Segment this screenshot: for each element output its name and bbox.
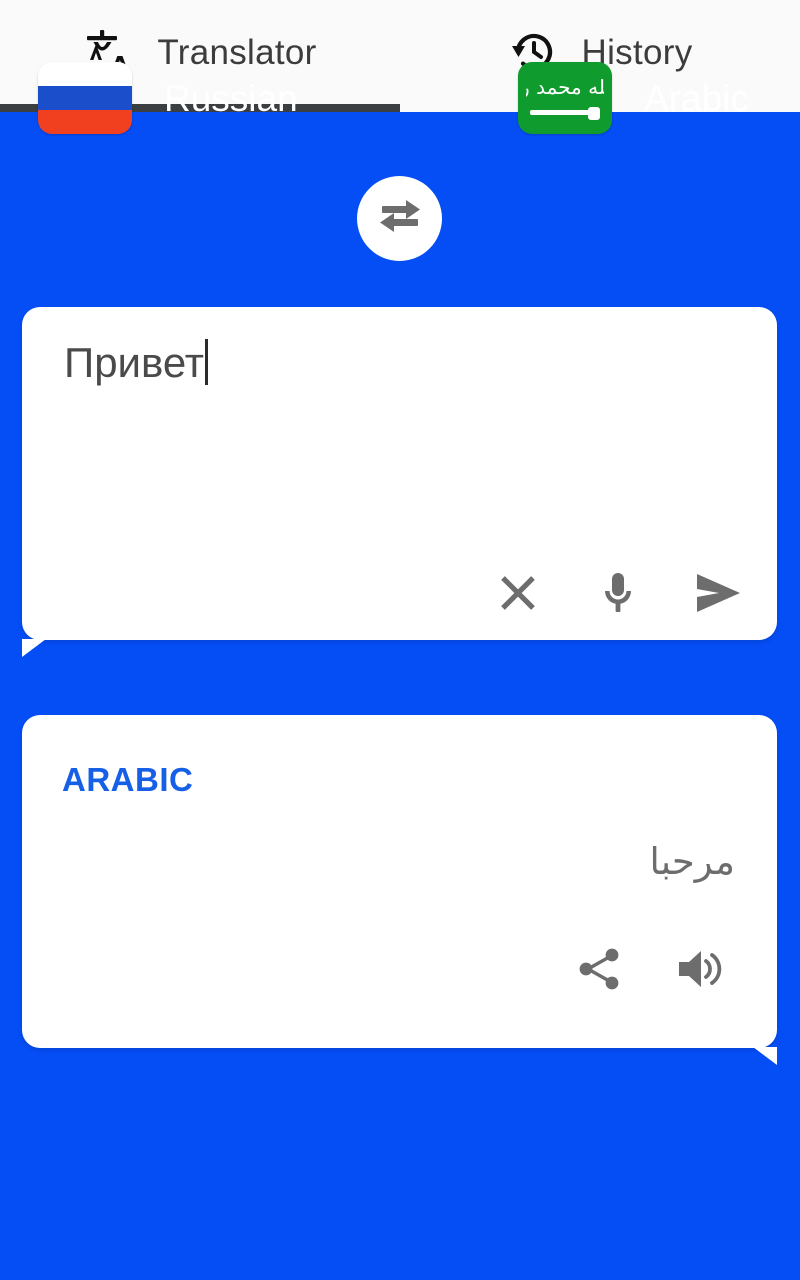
- source-text-card[interactable]: Привет: [22, 307, 777, 657]
- input-card-bubble-tail: [22, 639, 46, 657]
- output-card-bubble-tail: [753, 1047, 777, 1065]
- source-language-label: Russian: [164, 77, 298, 119]
- flag-russia-icon: [38, 62, 132, 134]
- translated-text-value: مرحبا: [649, 840, 735, 883]
- voice-input-button[interactable]: [589, 566, 647, 624]
- clear-text-button[interactable]: [489, 566, 547, 624]
- swap-languages-button[interactable]: [357, 176, 442, 261]
- flag-saudi-arabia-icon: لا إله إلا الله محمد رسول الله: [518, 62, 612, 134]
- speaker-volume-icon: [673, 942, 727, 1001]
- close-x-icon: [493, 568, 543, 623]
- source-text-input[interactable]: Привет: [64, 339, 209, 386]
- send-arrow-icon: [691, 566, 745, 625]
- input-action-row: [489, 566, 747, 624]
- target-language-label: Arabic: [644, 77, 749, 119]
- speak-translation-button[interactable]: [671, 942, 729, 1000]
- source-language-selector[interactable]: Russian: [38, 62, 298, 134]
- microphone-icon: [593, 568, 643, 623]
- translator-app-screen: A Translator History: [0, 0, 800, 1280]
- send-translate-button[interactable]: [689, 566, 747, 624]
- source-text-value: Привет: [64, 339, 205, 386]
- output-action-row: [571, 942, 729, 1000]
- target-language-selector[interactable]: لا إله إلا الله محمد رسول الله Arabic: [518, 62, 749, 134]
- translated-text-card[interactable]: ARABIC مرحبا: [22, 715, 777, 1065]
- flag-saudi-script: لا إله إلا الله محمد رسول الله: [526, 75, 605, 100]
- text-caret: [205, 339, 209, 385]
- output-language-label: ARABIC: [62, 761, 194, 798]
- share-icon: [575, 944, 625, 999]
- swap-horizontal-arrows-icon: [370, 186, 430, 251]
- share-translation-button[interactable]: [571, 942, 629, 1000]
